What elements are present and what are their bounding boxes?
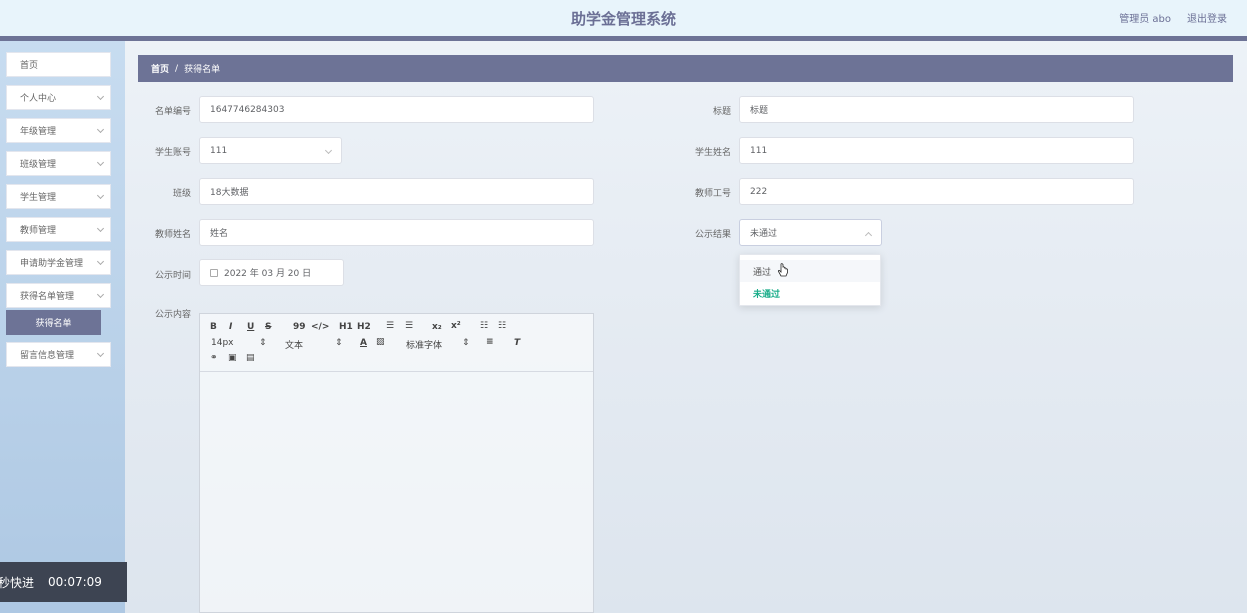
subscript-button[interactable]: x₂ [432,322,442,332]
image-icon[interactable]: ▣ [228,353,237,363]
blockquote-button[interactable]: 99 [293,322,306,332]
editor-toolbar: B I U S 99 </> H1 H2 ☰ ☰ x₂ x² ☷ ☷ 14px … [200,314,593,372]
bullet-list-icon[interactable]: ☰ [405,321,413,331]
title-label: 标题 [712,107,731,117]
sidebar-subitem-awardee-list[interactable]: 获得名单 [6,310,101,335]
sidebar-item-teacher[interactable]: 教师管理 [6,217,111,242]
dropdown-option-fail[interactable]: 未通过 [740,282,880,304]
italic-button[interactable]: I [229,322,232,332]
header-actions: 管理员 abo 退出登录 [1119,10,1227,25]
student-name-label: 学生姓名 [694,148,731,158]
student-account-select[interactable]: 111 [199,137,342,164]
breadcrumb-home[interactable]: 首页 [151,62,169,75]
chevron-up-icon [864,231,873,240]
font-family-arrow-icon: ⇕ [462,338,470,348]
result-select[interactable]: 未通过 [739,219,882,246]
chevron-down-icon [324,146,333,155]
block-type-select[interactable]: 文本 [285,338,303,351]
sidebar-item-awardee-list-mgmt[interactable]: 获得名单管理 [6,283,111,308]
font-size-select[interactable]: 14px [211,338,234,348]
list-no-label: 名单编号 [154,107,191,117]
font-color-icon[interactable]: A [360,338,367,348]
header-divider [0,36,1247,41]
chevron-down-icon [96,257,105,266]
h2-button[interactable]: H2 [357,322,371,332]
chevron-down-icon [96,125,105,134]
video-playback-overlay: 秒快进 00:07:09 [0,562,127,602]
result-label: 公示结果 [694,230,731,240]
superscript-button[interactable]: x² [451,321,461,331]
underline-button[interactable]: U [247,322,254,332]
link-icon[interactable]: ⚭ [210,353,218,363]
class-input[interactable]: 18大数据 [199,178,594,205]
sidebar-item-personal-center[interactable]: 个人中心 [6,85,111,110]
date-picker[interactable]: 2022 年 03 月 20 日 [199,259,344,286]
font-size-arrow-icon: ⇕ [259,338,267,348]
chevron-down-icon [96,191,105,200]
sidebar-item-student[interactable]: 学生管理 [6,184,111,209]
calendar-icon [210,268,218,277]
chevron-down-icon [96,92,105,101]
background-color-icon[interactable]: ▨ [376,337,385,347]
student-account-label: 学生账号 [154,148,191,158]
breadcrumb: 首页 / 获得名单 [138,55,1233,82]
result-dropdown-menu: 通过 未通过 [739,254,881,306]
sidebar-item-class[interactable]: 班级管理 [6,151,111,176]
hand-cursor-icon [777,263,788,277]
ordered-list-icon[interactable]: ☰ [386,321,394,331]
sidebar-item-home[interactable]: 首页 [6,52,111,77]
outdent-icon[interactable]: ☷ [480,321,488,331]
bold-button[interactable]: B [210,322,217,332]
title-input[interactable]: 标题 [739,96,1134,123]
sidebar-item-apply-grant[interactable]: 申请助学金管理 [6,250,111,275]
fast-forward-label: 秒快进 [0,575,35,590]
time-label: 公示时间 [154,271,191,281]
block-type-arrow-icon: ⇕ [335,338,343,348]
user-label: 管理员 abo [1119,14,1171,25]
dropdown-option-pass[interactable]: 通过 [740,260,880,282]
chevron-down-icon [96,224,105,233]
code-button[interactable]: </> [311,322,329,332]
chevron-down-icon [96,349,105,358]
teacher-no-input[interactable]: 222 [739,178,1134,205]
breadcrumb-current: 获得名单 [184,65,221,75]
font-family-select[interactable]: 标准字体 [406,338,442,351]
top-header: 助学金管理系统 管理员 abo 退出登录 [0,0,1247,36]
teacher-name-input[interactable]: 姓名 [199,219,594,246]
teacher-name-label: 教师姓名 [154,230,191,240]
list-no-input[interactable]: 1647746284303 [199,96,594,123]
chevron-down-icon [96,158,105,167]
teacher-no-label: 教师工号 [694,189,731,199]
playback-time: 00:07:09 [48,575,102,589]
clear-format-icon[interactable]: T [514,338,520,348]
student-name-input[interactable]: 111 [739,137,1134,164]
video-icon[interactable]: ▤ [246,353,255,363]
sidebar-item-message[interactable]: 留言信息管理 [6,342,111,367]
h1-button[interactable]: H1 [339,322,353,332]
class-label: 班级 [172,189,191,199]
strike-button[interactable]: S [265,322,271,332]
sidebar-item-grade[interactable]: 年级管理 [6,118,111,143]
chevron-down-icon [96,290,105,299]
indent-icon[interactable]: ☷ [498,321,506,331]
align-icon[interactable]: ≡ [486,337,494,347]
breadcrumb-separator: / [175,63,179,74]
content-label: 公示内容 [154,310,191,320]
app-title: 助学金管理系统 [570,10,676,28]
logout-button[interactable]: 退出登录 [1187,10,1227,25]
rich-text-editor[interactable]: B I U S 99 </> H1 H2 ☰ ☰ x₂ x² ☷ ☷ 14px … [199,313,594,613]
